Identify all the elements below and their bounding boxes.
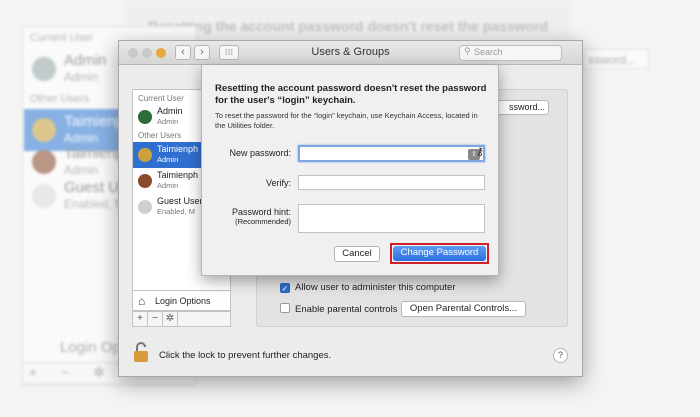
bg-sheet-title: Resetting the account password doesn't r… <box>148 18 549 34</box>
parental-controls-checkbox[interactable] <box>280 303 290 313</box>
bg-user-name: Taimienp <box>64 113 125 130</box>
bg-avatar <box>32 57 56 81</box>
title-bar: ‹ › ⁝⁝⁝ Users & Groups ⚲ Search <box>119 41 582 65</box>
bg-other-users-header: Other Users <box>30 93 90 105</box>
avatar <box>138 200 152 214</box>
search-placeholder: Search <box>474 47 503 57</box>
search-icon: ⚲ <box>464 46 471 56</box>
avatar <box>138 148 152 162</box>
bg-avatar <box>32 184 56 208</box>
sheet-title: Resetting the account password doesn't r… <box>215 83 487 106</box>
reset-password-button[interactable]: ssword... <box>491 100 549 115</box>
user-name: Taimienph <box>157 144 199 154</box>
new-password-field[interactable]: ⇧ <box>298 145 485 162</box>
avatar <box>138 110 152 124</box>
parental-controls-label: Enable parental controls <box>295 304 398 315</box>
avatar <box>138 174 152 188</box>
user-role: Admin <box>157 181 179 190</box>
current-user-header: Current User <box>138 94 184 103</box>
user-role: Admin <box>157 155 179 164</box>
bg-password-button: ssword... <box>583 49 649 69</box>
remove-user-button[interactable]: − <box>148 312 163 326</box>
users-groups-window: ‹ › ⁝⁝⁝ Users & Groups ⚲ Search Current … <box>118 40 583 377</box>
password-hint-sublabel: (Recommended) <box>235 217 291 226</box>
verify-label: Verify: <box>265 178 291 188</box>
password-hint-label: Password hint: (Recommended) <box>232 207 291 226</box>
user-name: Admin <box>157 106 183 116</box>
bg-user-role: Enabled, M <box>64 197 125 211</box>
house-icon: ⌂ <box>138 294 146 308</box>
sheet-body-text: To reset the password for the “login” ke… <box>215 111 478 130</box>
new-password-label: New password: <box>229 148 291 158</box>
bg-user-role: Admin <box>64 70 99 84</box>
search-field[interactable]: ⚲ Search <box>459 45 562 61</box>
user-name: Guest User <box>157 196 203 206</box>
lock-icon[interactable] <box>133 341 149 363</box>
key-icon[interactable]: ⚷ <box>474 145 486 160</box>
other-users-header: Other Users <box>138 131 182 140</box>
change-password-button[interactable]: Change Password <box>393 246 486 261</box>
lock-text: Click the lock to prevent further change… <box>159 350 332 361</box>
bg-avatar <box>32 150 56 174</box>
cancel-button[interactable]: Cancel <box>334 246 380 262</box>
verify-field[interactable] <box>298 175 485 190</box>
login-options-label: Login Options <box>155 296 211 306</box>
user-role: Admin <box>157 117 179 126</box>
gear-icon[interactable]: ✲ <box>163 312 178 326</box>
bg-user-name: Admin <box>64 52 107 69</box>
allow-admin-row[interactable]: ✓ Allow user to administer this computer <box>280 282 456 293</box>
change-password-highlight: Change Password <box>390 243 489 264</box>
add-user-button[interactable]: + <box>133 312 148 326</box>
login-options-item[interactable]: ⌂ Login Options <box>132 291 231 311</box>
user-name: Taimienph <box>157 170 199 180</box>
bg-avatar <box>32 118 56 142</box>
allow-admin-checkbox[interactable]: ✓ <box>280 283 290 293</box>
parental-controls-row[interactable]: Enable parental controls <box>280 303 397 315</box>
open-parental-controls-button[interactable]: Open Parental Controls... <box>401 301 526 317</box>
password-hint-field[interactable] <box>298 204 485 233</box>
user-list-toolbar: + − ✲ <box>132 311 231 327</box>
bg-user-name: Taimienp <box>64 145 125 162</box>
help-button[interactable]: ? <box>553 348 568 363</box>
allow-admin-label: Allow user to administer this computer <box>295 282 456 293</box>
user-role: Enabled, M <box>157 207 195 216</box>
reset-password-sheet: Resetting the account password doesn't r… <box>201 65 499 276</box>
bg-current-user-header: Current User <box>30 32 93 44</box>
password-hint-label-text: Password hint: <box>231 207 291 217</box>
